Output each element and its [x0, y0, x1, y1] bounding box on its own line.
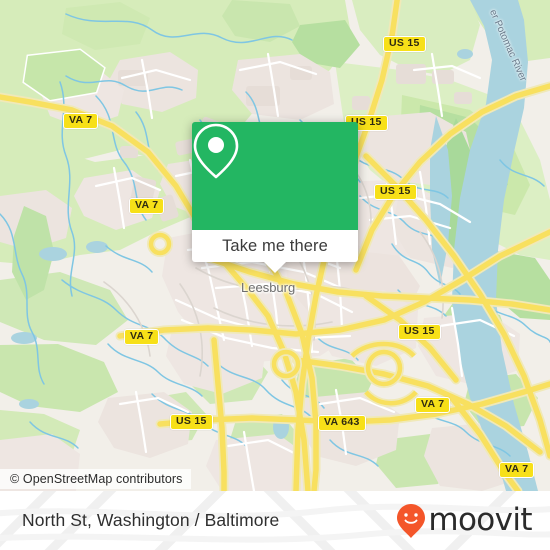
moovit-pin-smiley-icon	[397, 503, 426, 538]
callout-icon-area	[192, 122, 358, 230]
moovit-map-screen: Leesburg er Potomac River US 15 VA 7 US …	[0, 0, 550, 550]
callout-pointer-arrow	[264, 262, 286, 273]
map-attribution[interactable]: © OpenStreetMap contributors	[0, 469, 191, 489]
callout-action-area[interactable]: Take me there	[192, 230, 358, 273]
road-shield-va-643: VA 643	[318, 415, 366, 431]
road-shield-us-15: US 15	[374, 184, 417, 200]
road-shield-va-7: VA 7	[63, 113, 99, 129]
footer-bar: North St, Washington / Baltimore moovit	[0, 491, 550, 550]
road-shield-va-7: VA 7	[415, 397, 451, 413]
moovit-wordmark: moovit	[428, 502, 532, 538]
take-me-there-label: Take me there	[222, 236, 328, 255]
road-shield-us-15: US 15	[170, 414, 213, 430]
location-title: North St, Washington / Baltimore	[22, 510, 280, 530]
road-shield-va-7: VA 7	[499, 462, 535, 478]
destination-callout-card[interactable]: Take me there	[192, 122, 358, 273]
road-shield-us-15: US 15	[398, 324, 441, 340]
map-place-label-leesburg: Leesburg	[241, 280, 296, 295]
map-canvas[interactable]: Leesburg er Potomac River US 15 VA 7 US …	[0, 0, 550, 491]
road-shield-va-7: VA 7	[129, 198, 165, 214]
road-shield-va-7: VA 7	[124, 329, 160, 345]
map-attribution-text: © OpenStreetMap contributors	[10, 472, 183, 486]
moovit-logo[interactable]: moovit	[396, 502, 533, 539]
map-pin-icon	[193, 123, 239, 179]
road-shield-us-15: US 15	[383, 36, 426, 52]
